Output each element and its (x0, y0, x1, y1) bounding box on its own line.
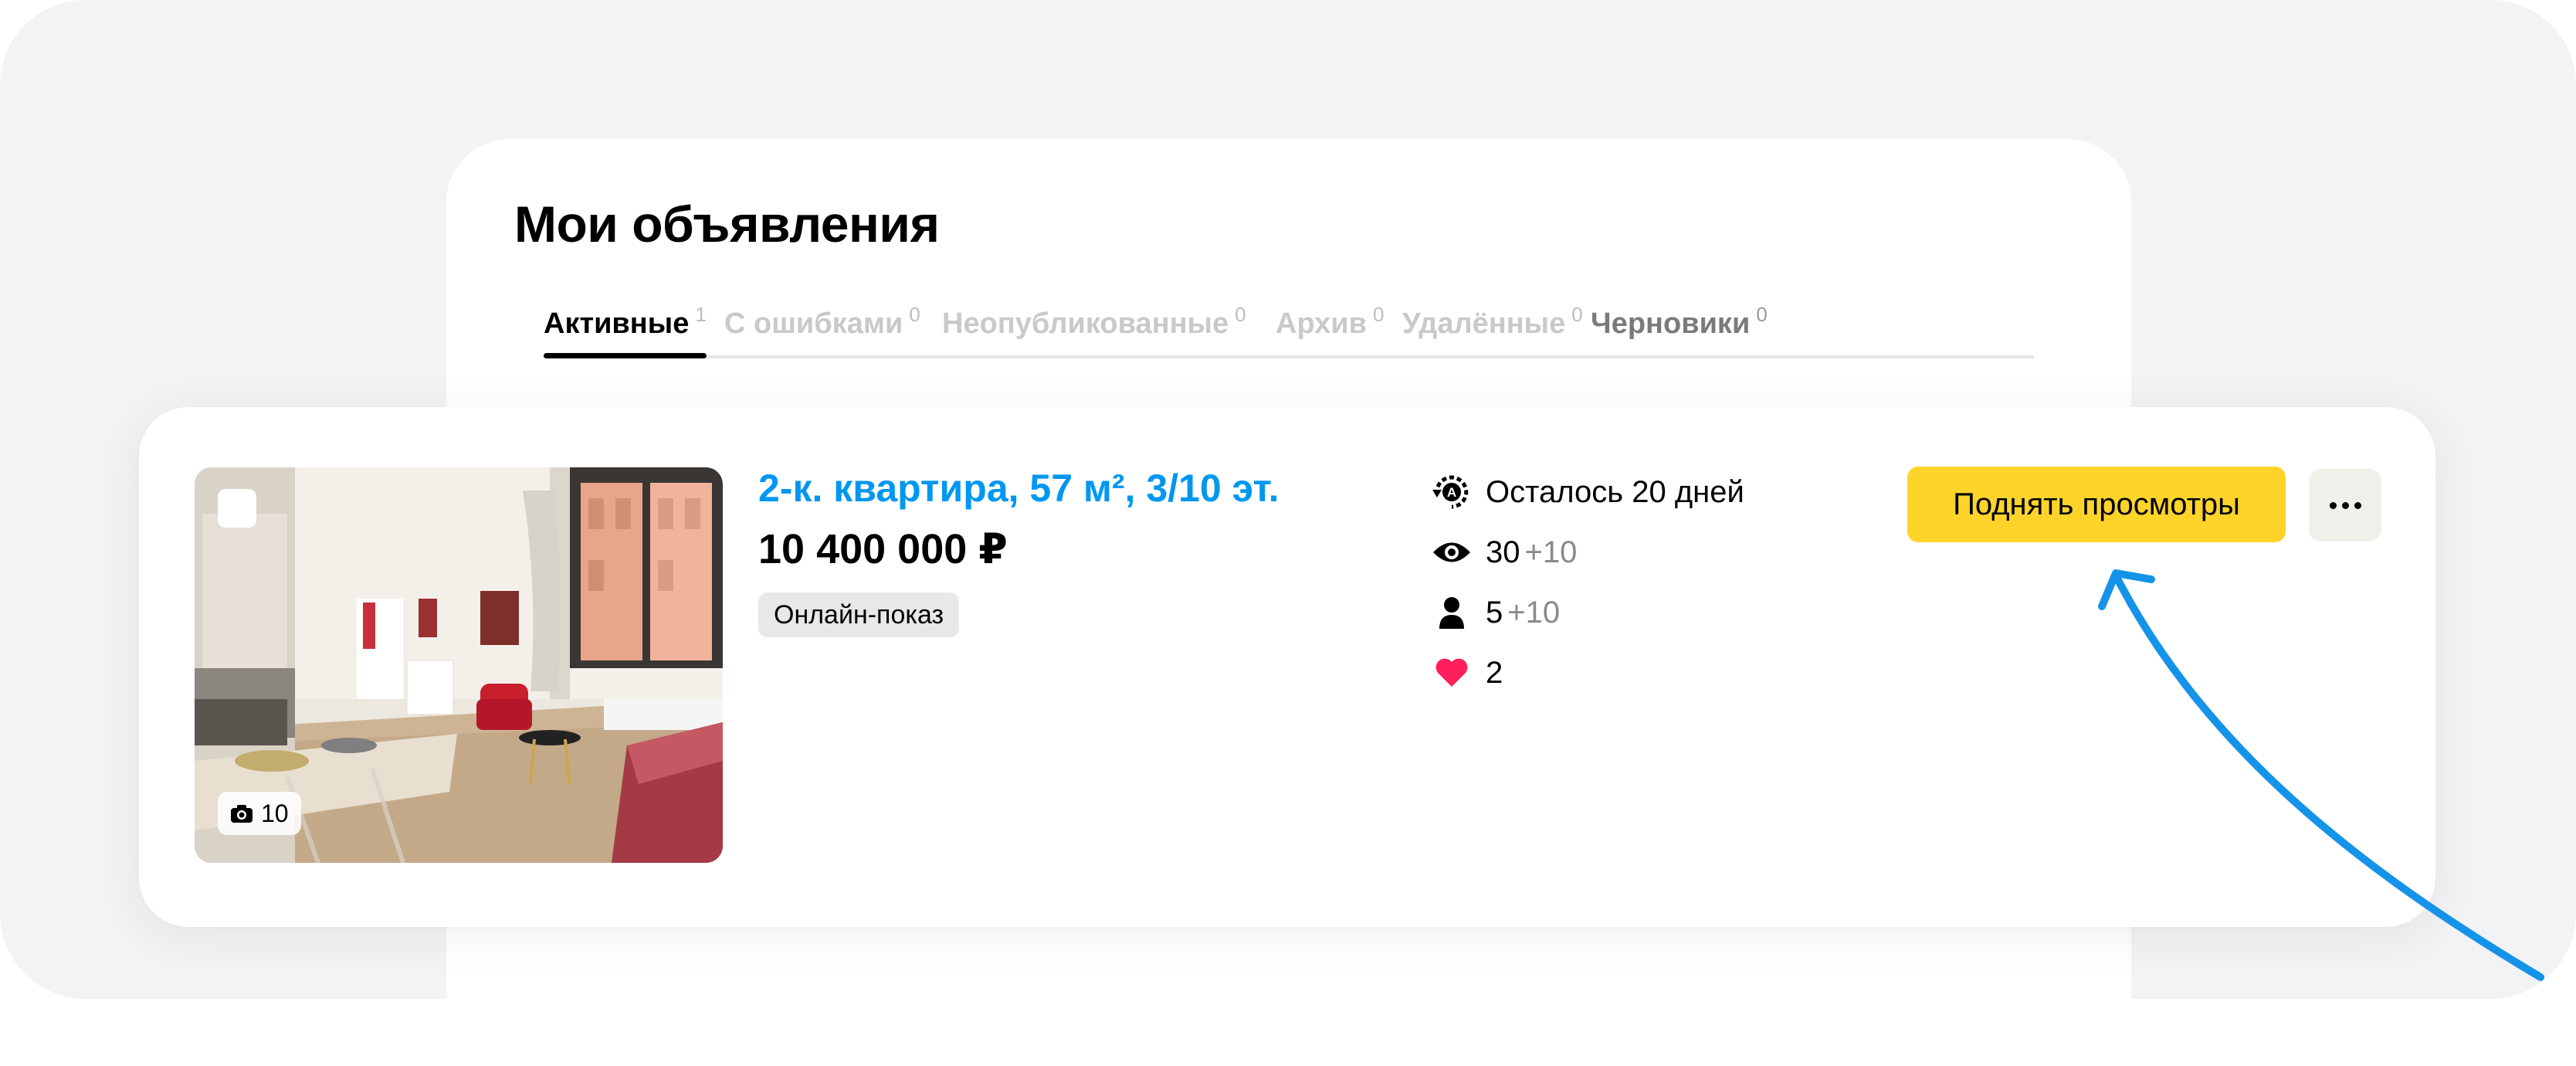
photo-count: 10 (261, 799, 289, 827)
tab-label: Удалённые (1402, 307, 1566, 340)
tab-count: 0 (1571, 303, 1583, 326)
tab-count: 0 (1756, 303, 1768, 326)
tab-label: Активные (544, 307, 690, 340)
views-delta: +10 (1524, 535, 1578, 569)
tab-count: 1 (695, 303, 707, 326)
tab-unpublished[interactable]: Неопубликованные 0 (942, 303, 1246, 355)
tab-count: 0 (909, 303, 920, 326)
svg-text:A: A (1447, 485, 1456, 500)
auto-renew-icon: A (1429, 469, 1475, 515)
listing-tabs: Активные 1 С ошибками 0 Неопубликованные 0 … (544, 303, 2034, 358)
eye-icon (1429, 529, 1475, 575)
page-title: Мои объявления (514, 195, 940, 253)
tab-label: Архив (1276, 307, 1368, 340)
tab-label: С ошибками (724, 307, 903, 340)
stat-days-left: A Осталось 20 дней (1429, 469, 1744, 515)
contacts-count: 5 (1486, 595, 1503, 630)
listing-card: 10 2-к. квартира, 57 м², 3/10 эт. 10 400… (139, 407, 2435, 927)
tab-active[interactable]: Активные 1 (544, 303, 707, 358)
select-checkbox[interactable] (218, 489, 256, 528)
listing-title-link[interactable]: 2-к. квартира, 57 м², 3/10 эт. (758, 466, 1280, 511)
tab-drafts[interactable]: Черновики 0 (1591, 303, 1768, 355)
camera-icon (231, 805, 253, 823)
photo-count-badge: 10 (218, 792, 301, 835)
tab-count: 0 (1373, 303, 1385, 326)
listing-price: 10 400 000 ₽ (758, 526, 1008, 572)
more-options-button[interactable] (2309, 469, 2381, 541)
views-count: 30 (1486, 535, 1520, 569)
contacts-delta: +10 (1507, 595, 1561, 630)
tab-errors[interactable]: С ошибками 0 (724, 303, 920, 355)
tab-label: Черновики (1591, 307, 1751, 340)
tab-deleted[interactable]: Удалённые 0 (1402, 303, 1583, 355)
tab-label: Неопубликованные (942, 307, 1229, 340)
stat-favorites: 2 (1429, 650, 1503, 696)
tab-archive[interactable]: Архив 0 (1276, 303, 1384, 355)
stat-views: 30 +10 (1429, 529, 1577, 575)
tab-count: 0 (1235, 303, 1246, 326)
boost-views-button[interactable]: Поднять просмотры (1907, 467, 2286, 542)
person-icon (1429, 589, 1475, 636)
online-showing-badge: Онлайн-показ (758, 592, 960, 637)
listing-photo[interactable]: 10 (195, 467, 723, 863)
days-left-text: Осталось 20 дней (1486, 474, 1744, 509)
favorites-count: 2 (1486, 655, 1503, 690)
heart-icon (1429, 650, 1475, 696)
more-dots-icon (2329, 501, 2337, 509)
stat-contacts: 5 +10 (1429, 589, 1560, 636)
